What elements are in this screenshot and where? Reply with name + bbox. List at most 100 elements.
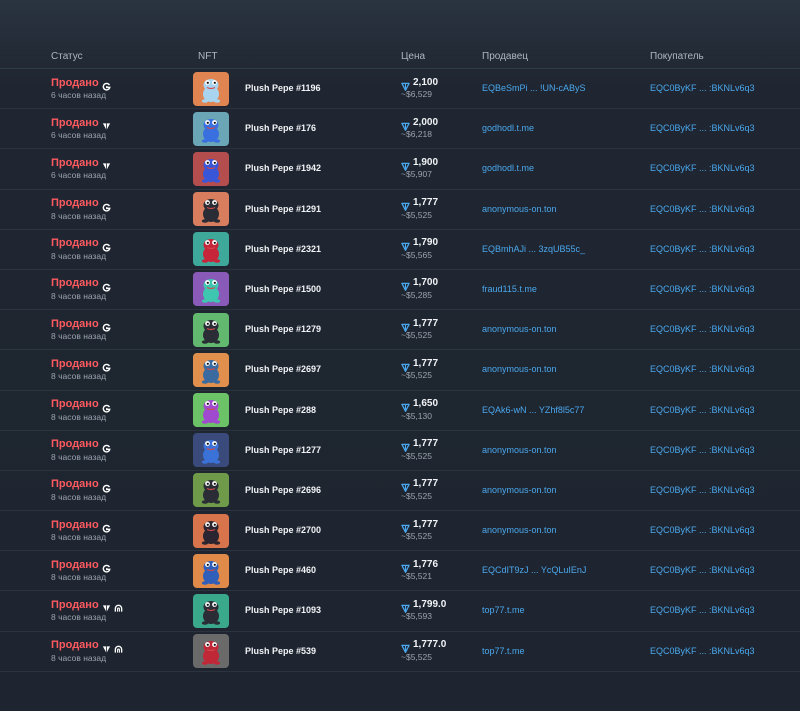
table-row[interactable]: Продано 8 часов назад Plush Pepe #1277 1,77… (0, 431, 800, 471)
ton-icon (401, 198, 410, 211)
ton-icon (401, 78, 410, 91)
table-row[interactable]: Продано 8 часов назад Plush Pepe #2697 1,77… (0, 350, 800, 391)
buyer-link[interactable]: EQC0ByKF ... :BKNLv6q3 (650, 244, 755, 254)
seller-link[interactable]: fraud115.t.me (482, 284, 537, 294)
seller-link[interactable]: top77.t.me (482, 605, 525, 615)
sale-time: 8 часов назад (51, 331, 107, 342)
buyer-link[interactable]: EQC0ByKF ... :BKNLv6q3 (650, 324, 755, 334)
nft-thumbnail[interactable] (193, 634, 229, 669)
status-cell: Продано 8 часов назад (51, 558, 111, 582)
buyer-link[interactable]: EQC0ByKF ... :BKNLv6q3 (650, 485, 755, 495)
table-row[interactable]: Продано 8 часов назад Plush Pepe #2321 1,79… (0, 230, 800, 270)
price-usd: ~$5,907 (401, 169, 432, 180)
table-row[interactable]: Продано 6 часов назад Plush Pepe #1196 2,10… (0, 69, 800, 110)
status-label: Продано (51, 156, 99, 169)
nft-name[interactable]: Plush Pepe #1196 (245, 83, 321, 93)
price-usd: ~$5,525 (401, 651, 432, 662)
nft-thumbnail[interactable] (193, 232, 229, 267)
seller-link[interactable]: anonymous-on.ton (482, 324, 557, 334)
nft-thumbnail[interactable] (193, 151, 229, 186)
getgems-icon (102, 359, 111, 372)
seller-link[interactable]: anonymous-on.ton (482, 364, 557, 374)
nft-name[interactable]: Plush Pepe #1942 (245, 163, 321, 173)
buyer-link[interactable]: EQC0ByKF ... :BKNLv6q3 (650, 525, 755, 535)
price-ton: 1,777.0 (413, 639, 447, 651)
seller-link[interactable]: EQCdIT9zJ ... YcQLuIEnJ (482, 565, 586, 575)
nft-thumbnail[interactable] (193, 352, 229, 387)
seller-link[interactable]: EQAk6-wN ... YZhf8l5c77 (482, 405, 584, 415)
price-ton: 1,777 (413, 357, 439, 369)
seller-link[interactable]: anonymous-on.ton (482, 445, 557, 455)
buyer-link[interactable]: EQC0ByKF ... :BKNLv6q3 (650, 364, 755, 374)
seller-link[interactable]: top77.t.me (482, 646, 525, 656)
buyer-link[interactable]: EQC0ByKF ... :BKNLv6q3 (650, 605, 755, 615)
portals-icon (114, 641, 123, 653)
seller-link[interactable]: anonymous-on.ton (482, 485, 557, 495)
nft-thumbnail[interactable] (193, 513, 229, 548)
table-row[interactable]: Продано 6 часов назад Plush Pepe #176 2,000… (0, 109, 800, 150)
buyer-link[interactable]: EQC0ByKF ... :BKNLv6q3 (650, 565, 755, 575)
nft-thumbnail[interactable] (193, 393, 229, 427)
price-cell: 1,777.0 ~$5,525 (401, 639, 446, 662)
nft-thumbnail[interactable] (193, 312, 229, 347)
ton-icon (401, 520, 410, 533)
nft-thumbnail[interactable] (193, 111, 229, 146)
buyer-link[interactable]: EQC0ByKF ... :BKNLv6q3 (650, 284, 755, 294)
nft-name[interactable]: Plush Pepe #288 (245, 405, 316, 415)
price-usd: ~$5,593 (401, 611, 432, 622)
table-row[interactable]: Продано 6 часов назад Plush Pepe #1942 1,90… (0, 149, 800, 190)
table-row[interactable]: Продано 8 часов назад Plush Pepe #1279 1,77… (0, 310, 800, 351)
table-row[interactable]: Продано 8 часов назад Plush Pepe #1500 1,70… (0, 270, 800, 311)
buyer-link[interactable]: EQC0ByKF ... :BKNLv6q3 (650, 163, 755, 173)
ton-icon (401, 439, 410, 453)
status-label: Продано (51, 438, 99, 451)
status-label: Продано (51, 317, 99, 330)
nft-name[interactable]: Plush Pepe #1279 (245, 324, 321, 334)
price-ton: 1,790 (413, 237, 439, 249)
seller-link[interactable]: godhodl.t.me (482, 123, 534, 133)
price-cell: 1,777 ~$5,525 (401, 478, 438, 501)
table-row[interactable]: Продано 8 часов назад Plush Pepe #460 1,776… (0, 551, 800, 592)
nft-name[interactable]: Plush Pepe #2696 (245, 485, 321, 495)
status-label: Продано (51, 518, 99, 531)
status-label: Продано (51, 478, 99, 491)
nft-name[interactable]: Plush Pepe #2700 (245, 525, 321, 535)
nft-name[interactable]: Plush Pepe #460 (245, 565, 316, 575)
nft-name[interactable]: Plush Pepe #1093 (245, 605, 321, 615)
buyer-link[interactable]: EQC0ByKF ... :BKNLv6q3 (650, 123, 755, 133)
nft-name[interactable]: Plush Pepe #539 (245, 646, 316, 656)
nft-thumbnail[interactable] (193, 553, 229, 588)
fragment-icon (102, 641, 111, 653)
buyer-link[interactable]: EQC0ByKF ... :BKNLv6q3 (650, 445, 755, 455)
nft-thumbnail[interactable] (193, 272, 229, 307)
seller-link[interactable]: EQBeSmPi ... !UN-cAByS (482, 83, 586, 93)
price-cell: 1,777 ~$5,525 (401, 518, 438, 542)
nft-thumbnail[interactable] (193, 593, 229, 628)
seller-link[interactable]: godhodl.t.me (482, 163, 534, 173)
table-row[interactable]: Продано 8 часов назад Plush Pepe #1093 1,79… (0, 591, 800, 632)
table-row[interactable]: Продано 8 часов назад Plush Pepe #2700 1,77… (0, 511, 800, 552)
nft-name[interactable]: Plush Pepe #2321 (245, 244, 321, 254)
seller-link[interactable]: anonymous-on.ton (482, 525, 557, 535)
seller-link[interactable]: EQBmhAJi ... 3zqUB55c_ (482, 244, 585, 254)
nft-name[interactable]: Plush Pepe #1500 (245, 284, 321, 294)
nft-thumbnail[interactable] (193, 71, 229, 106)
nft-thumbnail[interactable] (193, 192, 229, 227)
status-cell: Продано 8 часов назад (51, 438, 111, 462)
buyer-link[interactable]: EQC0ByKF ... :BKNLv6q3 (650, 646, 755, 656)
nft-name[interactable]: Plush Pepe #2697 (245, 364, 321, 374)
table-row[interactable]: Продано 8 часов назад Plush Pepe #539 1,777… (0, 632, 800, 672)
nft-name[interactable]: Plush Pepe #1277 (245, 445, 321, 455)
table-row[interactable]: Продано 8 часов назад Plush Pepe #2696 1,77… (0, 471, 800, 512)
nft-thumbnail[interactable] (193, 473, 229, 508)
table-row[interactable]: Продано 8 часов назад Plush Pepe #288 1,650… (0, 391, 800, 431)
buyer-link[interactable]: EQC0ByKF ... :BKNLv6q3 (650, 204, 755, 214)
buyer-link[interactable]: EQC0ByKF ... :BKNLv6q3 (650, 83, 755, 93)
nft-name[interactable]: Plush Pepe #176 (245, 123, 316, 133)
price-ton: 1,777 (413, 438, 439, 450)
buyer-link[interactable]: EQC0ByKF ... :BKNLv6q3 (650, 405, 755, 415)
seller-link[interactable]: anonymous-on.ton (482, 204, 557, 214)
nft-thumbnail[interactable] (193, 433, 229, 468)
nft-name[interactable]: Plush Pepe #1291 (245, 204, 321, 214)
table-row[interactable]: Продано 8 часов назад Plush Pepe #1291 1,77… (0, 190, 800, 230)
